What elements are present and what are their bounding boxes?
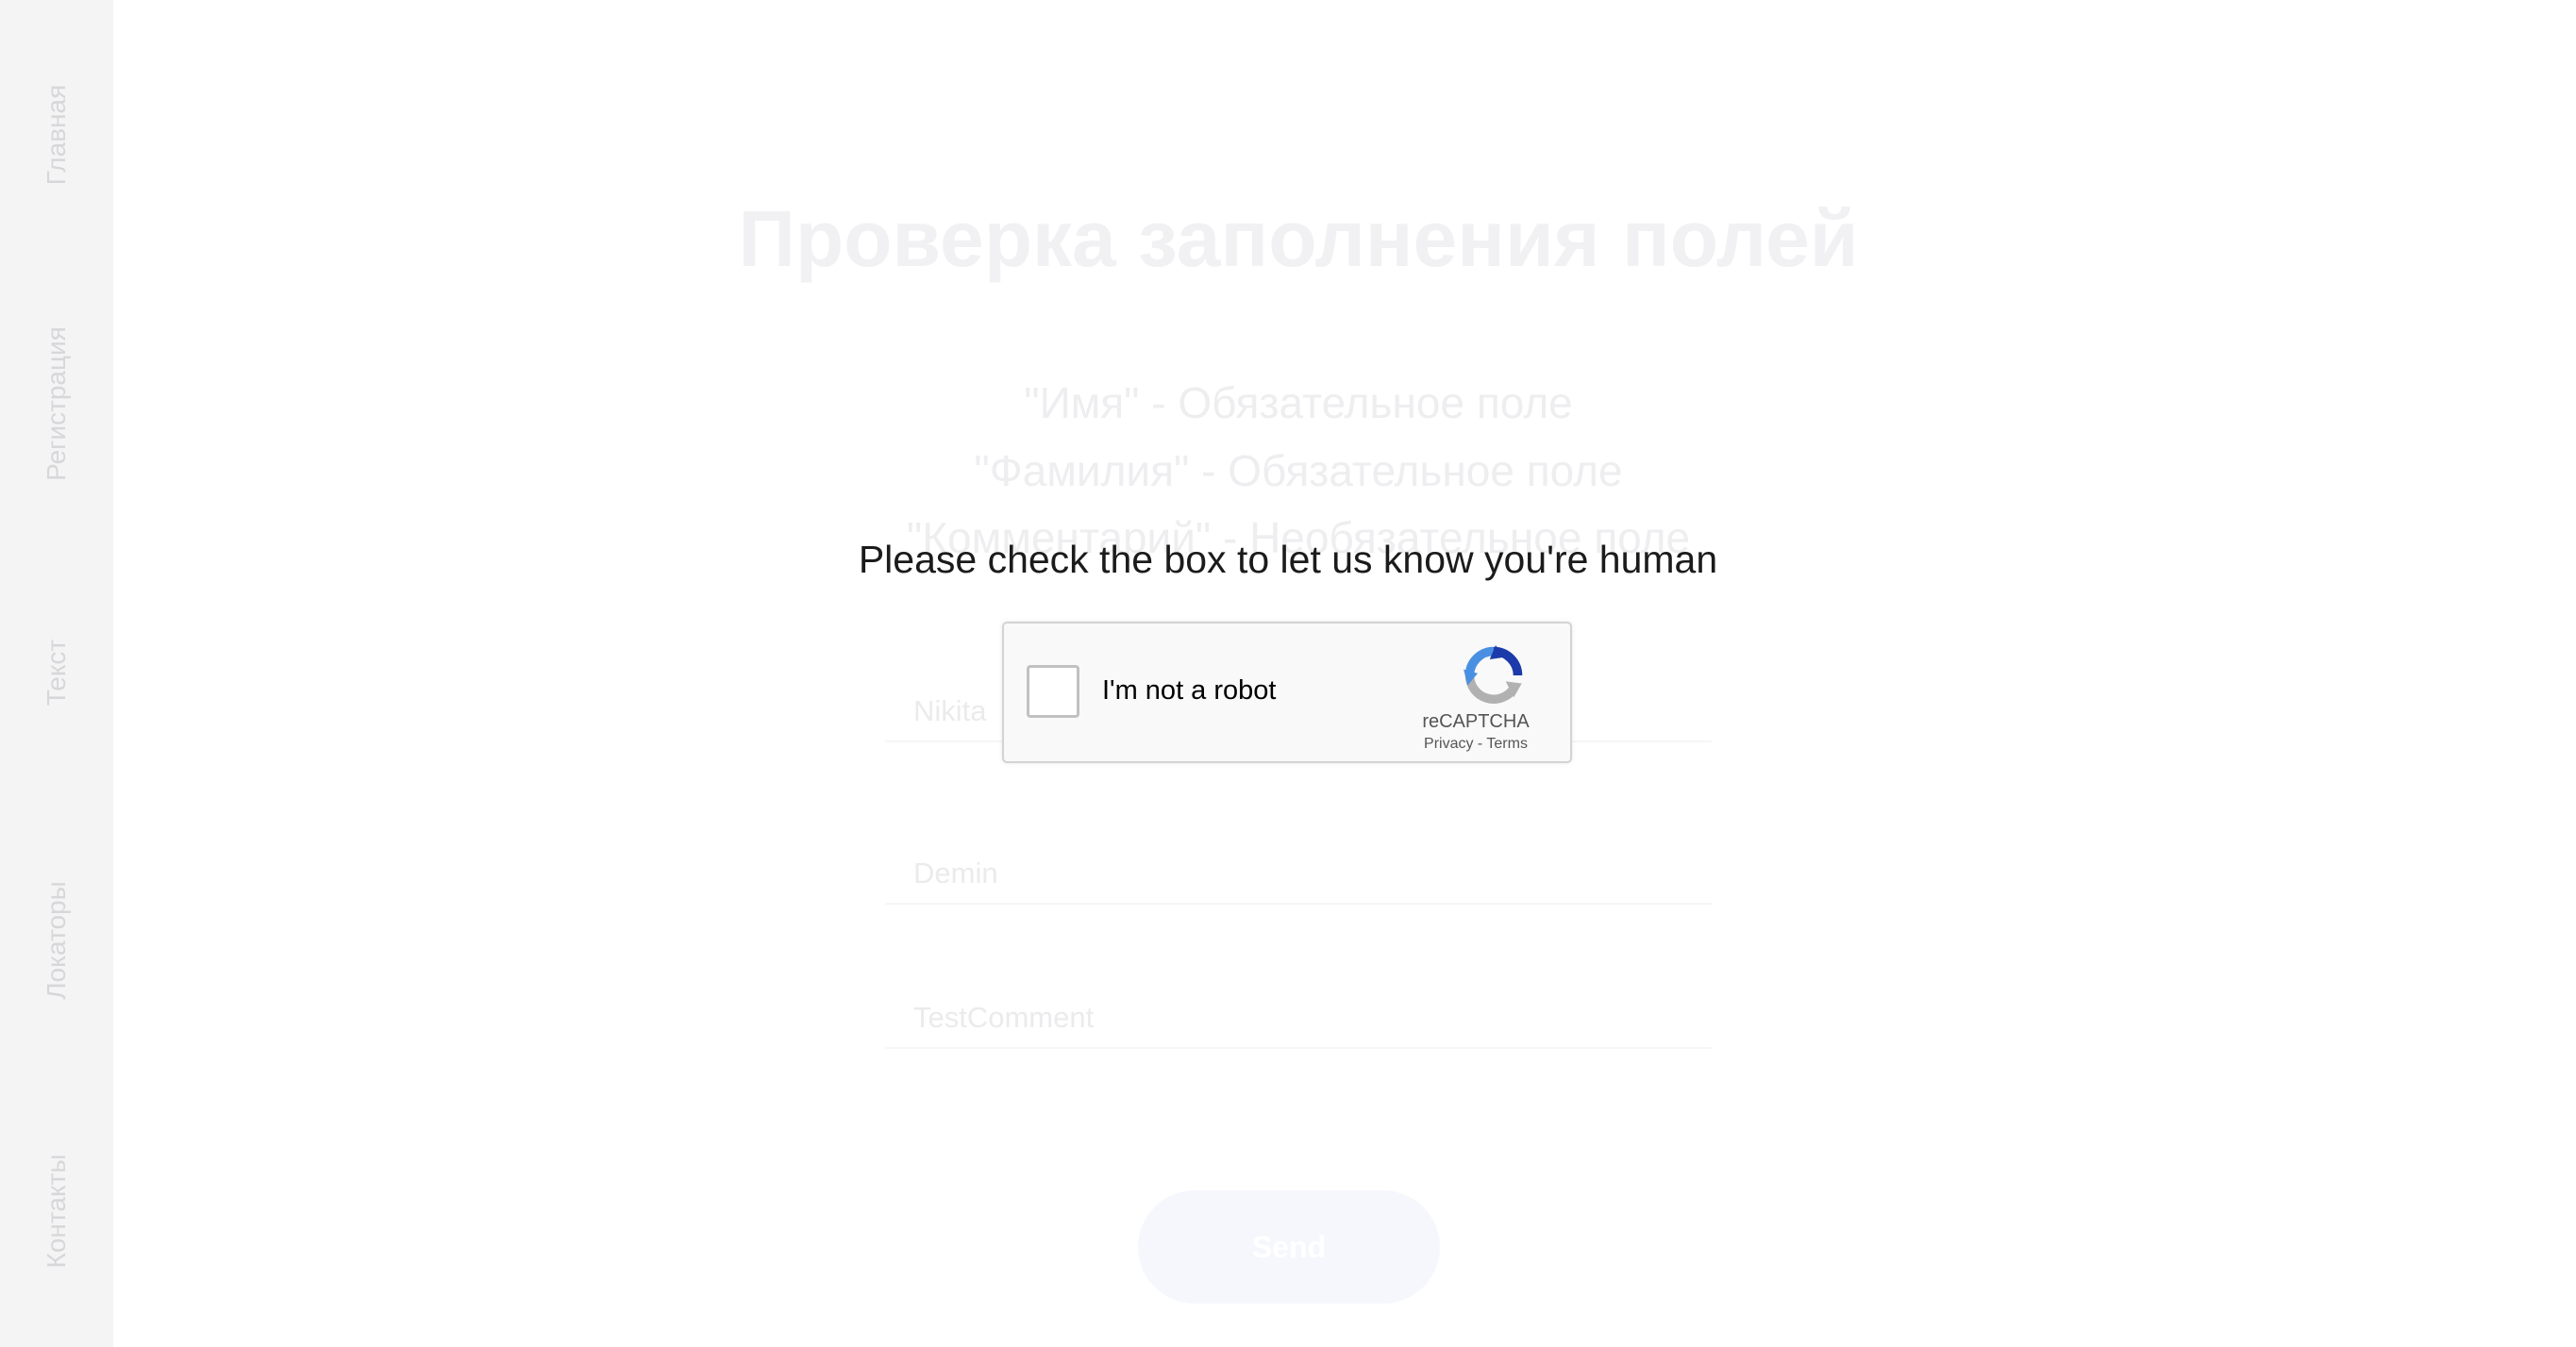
recaptcha-widget: I'm not a robot reCAPTCHA Privacy - Term… [1002,622,1572,763]
captcha-prompt: Please check the box to let us know you'… [858,538,1718,581]
recaptcha-brand: reCAPTCHA [1422,711,1530,732]
sidebar-item-locators[interactable]: Локаторы [42,881,72,1000]
sidebar-item-text[interactable]: Текст [42,640,72,707]
requirement-first-name: "Имя" - Обязательное поле [1024,378,1573,427]
links-separator: - [1477,736,1483,752]
recaptcha-logo-icon [1464,645,1523,704]
comment-field[interactable] [885,989,1712,1049]
privacy-link[interactable]: Privacy [1424,736,1473,752]
last-name-field[interactable] [885,844,1712,905]
page: Главная Регистрация Текст Локаторы Конта… [0,0,2576,1347]
sidebar-item-home[interactable]: Главная [42,85,72,186]
recaptcha-links: Privacy - Terms [1381,736,1570,753]
not-a-robot-checkbox[interactable] [1027,665,1079,718]
not-a-robot-label[interactable]: I'm not a robot [1102,675,1276,707]
requirement-last-name: "Фамилия" - Обязательное поле [974,446,1623,495]
terms-link[interactable]: Terms [1486,736,1528,752]
page-title: Проверка заполнения полей [738,194,1859,283]
sidebar-nav: Главная Регистрация Текст Локаторы Конта… [0,0,113,1347]
sidebar-item-contacts[interactable]: Контакты [42,1155,72,1269]
send-button[interactable]: Send [1138,1190,1440,1304]
sidebar-item-registration[interactable]: Регистрация [42,326,72,481]
